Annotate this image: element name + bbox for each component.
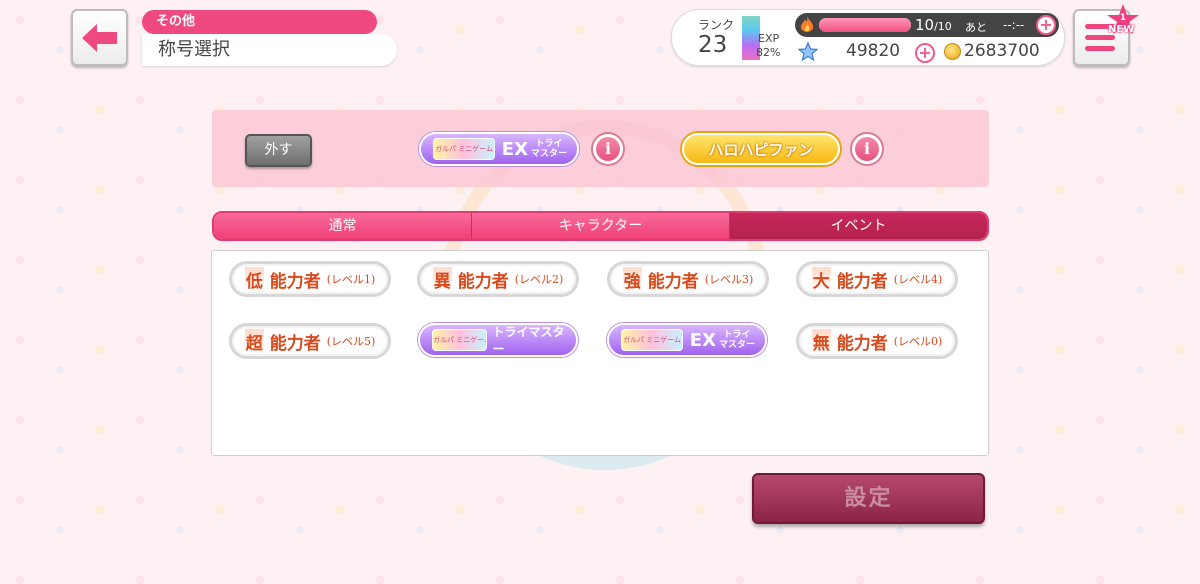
star-gem-icon [798,42,818,62]
gem-plus-button[interactable]: + [915,43,935,63]
title-badge[interactable]: ガルパ ミニゲーム EX トライ マスター [607,323,767,357]
stamina-timer: --:-- [1003,18,1025,32]
stamina-max: /10 [934,20,952,33]
title-kanji-sub: 能力者 [836,271,888,292]
player-status-panel: ランク 23 EXP 82% 10/10 あと --:-- + 49820 + … [671,9,1065,66]
title-kanji-sub: 能力者 [269,333,321,354]
title-level: (レベル3) [704,273,754,286]
badge-text: EX トライ マスター [690,330,755,351]
stamina-next-label: あと [965,21,987,34]
title-kanji-sub: 能力者 [269,271,321,292]
new-badge-count: 1 [1120,13,1126,23]
stamina-count: 10/10 [915,16,952,34]
stamina-current: 10 [915,16,935,34]
badge-ex: EX [689,329,716,351]
title-badge[interactable]: 低能力者 (レベル1) [229,261,391,297]
title-kanji-main: 異 [432,266,452,292]
new-badge-label: NEW [1108,24,1135,35]
equipped-title-slot-1[interactable]: ガルパ ミニゲーム EX トライ マスター [419,132,579,166]
badge-line-1: トライ [535,139,563,149]
badge-line-1: トライ [723,330,751,340]
exp-percent: 82% [756,46,781,59]
minigame-logo: ガルパ ミニゲーム [432,329,487,351]
badge-subtext: トライ マスター [719,330,755,350]
set-title-button[interactable]: 設定 [752,473,985,524]
stamina-gauge-fill [819,18,911,32]
title-kanji-sub: 能力者 [836,333,888,354]
title-level: (レベル5) [326,335,376,348]
rank-value: 23 [698,32,728,58]
info-icon: i [596,137,620,161]
exp-label: EXP [758,32,780,45]
title-level: (レベル2) [514,273,564,286]
rank-label: ランク [698,18,735,32]
title-badge[interactable]: 超能力者 (レベル5) [229,323,391,359]
coin-count: 2683700 [964,41,1040,61]
title-level: (レベル1) [326,273,376,286]
title-badge[interactable]: 大能力者 (レベル4) [796,261,958,297]
page-title: 称号選択 [142,34,397,66]
screen-header: 称号選択 その他 [142,10,397,66]
title-level: (レベル0) [893,335,943,348]
badge-text: トライマスター [492,325,565,356]
minigame-logo: ガルパ ミニゲーム [433,138,495,160]
info-button-slot-1[interactable]: i [591,132,625,166]
coin-icon [944,43,961,60]
title-badge[interactable]: 無能力者 (レベル0) [796,323,958,359]
badge-subtext: トライ マスター [531,139,567,159]
title-kanji-main: 無 [811,328,831,354]
title-kanji-main: 大 [811,266,831,292]
title-kanji-main: 低 [244,266,264,292]
equipped-titles-panel: 外す ガルパ ミニゲーム EX トライ マスター i ハロハピファン i [212,110,989,187]
title-kanji-sub: 能力者 [647,271,699,292]
title-kanji-main: 強 [622,266,642,292]
info-button-slot-2[interactable]: i [850,132,884,166]
badge-ex: EX [501,138,528,160]
title-kanji-main: 超 [244,328,264,354]
title-badge[interactable]: 強能力者 (レベル3) [607,261,769,297]
title-list: 低能力者 (レベル1) 異能力者 (レベル2) 強能力者 (レベル3) 大能力者 (レベ… [211,250,989,456]
badge-line-2: マスター [530,149,567,159]
gem-count: 49820 [846,41,901,61]
back-button[interactable] [71,9,128,66]
badge-text: EX トライ マスター [502,139,567,160]
title-kanji-sub: 能力者 [457,271,509,292]
minigame-logo: ガルパ ミニゲーム [621,329,683,351]
title-badge[interactable]: ガルパ ミニゲーム トライマスター [418,323,578,357]
menu-icon-bar [1085,46,1115,51]
tab-normal[interactable]: 通常 [214,213,471,239]
stamina-plus-button[interactable]: + [1036,15,1056,35]
info-icon: i [855,137,879,161]
page-category: その他 [142,10,377,34]
stamina-box: 10/10 あと --:-- + [795,13,1059,37]
title-category-tabs: 通常 キャラクター イベント [212,211,989,241]
flame-icon [800,16,814,32]
title-badge[interactable]: 異能力者 (レベル2) [417,261,579,297]
equipped-title-slot-2[interactable]: ハロハピファン [682,133,840,165]
tab-event[interactable]: イベント [729,213,987,239]
back-arrow-icon [81,23,117,52]
remove-title-button[interactable]: 外す [245,134,312,167]
tab-character[interactable]: キャラクター [471,213,729,239]
stamina-gauge [819,18,911,32]
badge-line-2: マスター [718,340,755,350]
title-level: (レベル4) [893,273,943,286]
